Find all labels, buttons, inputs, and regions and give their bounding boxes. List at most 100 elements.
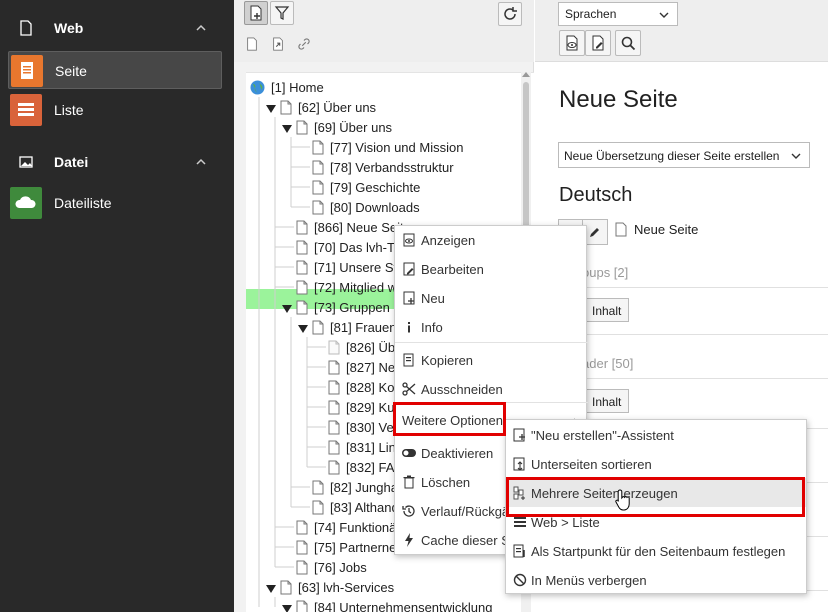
submenu-item-als-startpunkt-für-den-seitenbaum-festlegen[interactable]: Als Startpunkt für den Seitenbaum festle…	[506, 536, 806, 565]
globe-icon[interactable]	[250, 80, 265, 95]
context-menu-item-bearbeiten[interactable]: Bearbeiten	[395, 255, 588, 284]
filter-button[interactable]	[270, 1, 294, 25]
submenu-item-neu-erstellen-assistent[interactable]: "Neu erstellen"-Assistent	[506, 420, 806, 449]
tree-node[interactable]: [77] Vision und Mission	[298, 137, 463, 157]
add-content-button[interactable]: Inhalt	[585, 298, 629, 322]
expand-toggle-icon[interactable]	[282, 602, 292, 612]
page-module-icon	[11, 55, 43, 87]
translation-select[interactable]: Neue Übersetzung dieser Seite erstellen	[558, 142, 810, 168]
page-icon[interactable]	[296, 240, 308, 255]
page-icon[interactable]	[280, 580, 292, 595]
search-button[interactable]	[615, 30, 641, 56]
menu-separator	[395, 402, 588, 403]
expand-toggle-icon[interactable]	[282, 302, 292, 313]
module-item-label: Liste	[54, 102, 84, 118]
module-item-seite[interactable]: Seite	[8, 51, 222, 89]
page-icon[interactable]	[328, 400, 340, 415]
module-group-datei[interactable]: Datei	[0, 147, 234, 177]
edit-page-icon	[592, 35, 604, 51]
page-shortcut-icon	[273, 37, 283, 51]
tree-node-label: [84] Unternehmensentwicklung	[314, 599, 493, 612]
page-icon[interactable]	[296, 300, 308, 315]
tree-node[interactable]: [832] FAQ	[314, 457, 405, 477]
page-icon[interactable]	[296, 600, 308, 612]
page-reference[interactable]: Neue Seite	[615, 222, 698, 237]
tree-node[interactable]: [84] Unternehmensentwicklung	[282, 597, 493, 612]
page-icon[interactable]	[328, 420, 340, 435]
view-page-button[interactable]	[559, 30, 585, 56]
context-menu-item-neu[interactable]: Neu	[395, 284, 588, 313]
page-icon[interactable]	[312, 200, 324, 215]
page-icon[interactable]	[296, 260, 308, 275]
refresh-tree-button[interactable]	[498, 2, 522, 26]
info-icon	[402, 320, 416, 334]
page-icon	[615, 222, 627, 237]
submenu-item-label: In Menüs verbergen	[531, 573, 647, 588]
expand-toggle-icon[interactable]	[266, 582, 276, 593]
list-icon	[513, 515, 527, 529]
context-menu-item-info[interactable]: Info	[395, 313, 588, 342]
context-menu-item-kopieren[interactable]: Kopieren	[395, 346, 588, 375]
chevron-up-icon[interactable]	[193, 20, 209, 36]
page-icon[interactable]	[296, 540, 308, 555]
page-icon[interactable]	[328, 440, 340, 455]
page-icon[interactable]	[312, 500, 324, 515]
expand-toggle-icon[interactable]	[298, 322, 308, 333]
submenu-item-unterseiten-sortieren[interactable]: Unterseiten sortieren	[506, 449, 806, 478]
page-icon[interactable]	[312, 180, 324, 195]
page-icon[interactable]	[312, 480, 324, 495]
page-icon[interactable]	[328, 360, 340, 375]
sort-icon	[513, 457, 527, 471]
page-icon[interactable]	[328, 380, 340, 395]
history-icon	[402, 504, 416, 518]
divider	[558, 287, 828, 288]
tree-node[interactable]: [76] Jobs	[282, 557, 367, 577]
page-icon[interactable]	[328, 460, 340, 475]
page-icon[interactable]	[296, 120, 308, 135]
new-page-tool-button[interactable]	[244, 1, 268, 25]
page-icon[interactable]	[296, 520, 308, 535]
tree-node[interactable]: [80] Downloads	[298, 197, 420, 217]
edit-page-properties-button[interactable]	[585, 30, 611, 56]
page-icon[interactable]	[296, 560, 308, 575]
page-doktype-button[interactable]	[242, 34, 262, 54]
tree-node[interactable]: [1] Home	[236, 77, 324, 97]
tree-node[interactable]: [63] lvh-Services	[266, 577, 394, 597]
tree-node-label: [80] Downloads	[330, 199, 420, 215]
module-item-label: Dateiliste	[54, 195, 112, 211]
context-menu-item-ausschneiden[interactable]: Ausschneiden	[395, 375, 588, 404]
submenu-item-in-menüs-verbergen[interactable]: In Menüs verbergen	[506, 565, 806, 594]
tree-node[interactable]: [69] Über uns	[282, 117, 392, 137]
expand-toggle-icon[interactable]	[282, 122, 292, 133]
module-item-liste[interactable]: Liste	[8, 91, 222, 129]
tree-node[interactable]: [62] Über uns	[266, 97, 376, 117]
page-icon[interactable]	[280, 100, 292, 115]
tree-node[interactable]: [79] Geschichte	[298, 177, 420, 197]
module-item-dateiliste[interactable]: Dateiliste	[8, 184, 222, 222]
module-group-web[interactable]: Web	[0, 13, 234, 43]
scroll-up-arrow-icon[interactable]	[522, 72, 530, 77]
page-shortcut-button[interactable]	[268, 34, 288, 54]
page-icon[interactable]	[296, 220, 308, 235]
page-icon[interactable]	[296, 280, 308, 295]
tree-node[interactable]: [866] Neue Seite	[282, 217, 411, 237]
expand-toggle-icon[interactable]	[266, 102, 276, 113]
add-content-button[interactable]: Inhalt	[585, 389, 629, 413]
link-page-button[interactable]	[294, 34, 314, 54]
page-icon[interactable]	[312, 320, 324, 335]
chevron-up-icon[interactable]	[193, 154, 209, 170]
link-icon	[298, 38, 310, 50]
scroll-thumb[interactable]	[523, 82, 529, 232]
submenu-item-web-liste[interactable]: Web > Liste	[506, 507, 806, 536]
tree-node[interactable]: [78] Verbandsstruktur	[298, 157, 454, 177]
page-icon[interactable]	[312, 160, 324, 175]
page-icon[interactable]	[328, 340, 340, 355]
context-menu-item-label: Kopieren	[421, 353, 474, 368]
tree-node[interactable]: [74] Funktionäre	[282, 517, 408, 537]
submenu-item-mehrere-seiten-erzeugen[interactable]: Mehrere Seiten erzeugen	[506, 478, 806, 507]
language-select[interactable]: Sprachen	[558, 2, 678, 26]
column-label: oups [2]	[582, 265, 629, 280]
context-menu-item-anzeigen[interactable]: Anzeigen	[395, 226, 588, 255]
page-icon[interactable]	[312, 140, 324, 155]
